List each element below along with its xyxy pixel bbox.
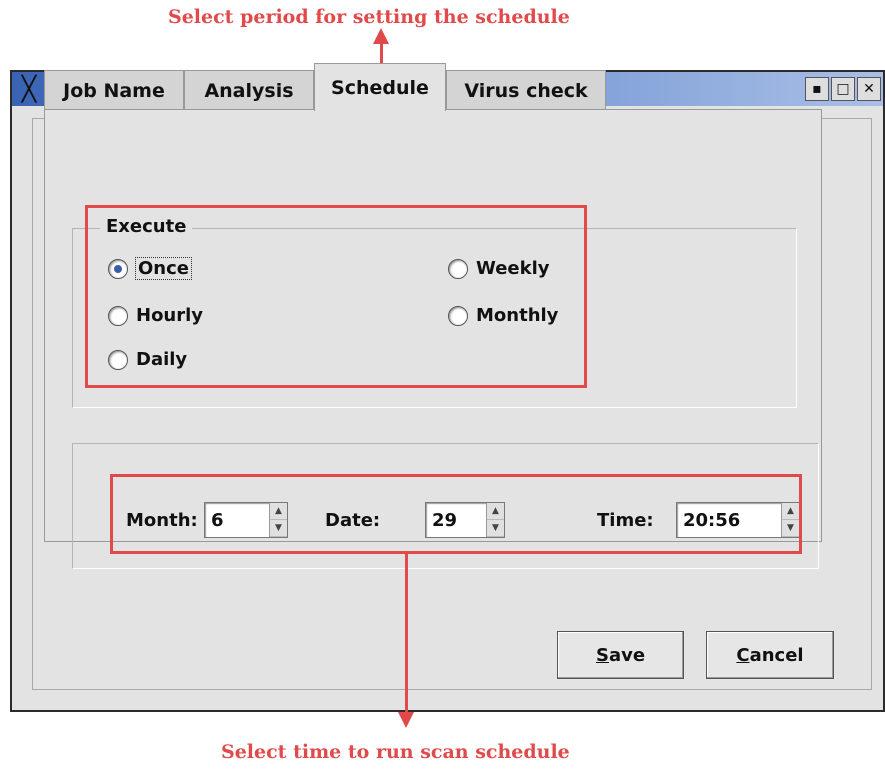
annotation-highlight-execute — [85, 205, 587, 388]
annotation-arrow-down-line — [405, 554, 408, 714]
tab-job-name[interactable]: Job Name — [44, 70, 184, 110]
maximize-icon[interactable]: □ — [831, 77, 855, 101]
close-icon[interactable]: ✕ — [857, 77, 881, 101]
tab-virus-check[interactable]: Virus check — [446, 70, 606, 110]
x-logo-icon: ╳ — [21, 75, 37, 103]
annotation-arrow-down — [398, 712, 414, 728]
annotation-top: Select period for setting the schedule — [168, 6, 570, 28]
cancel-mnemonic: C — [736, 644, 750, 666]
save-mnemonic: S — [595, 644, 609, 666]
minimize-icon[interactable]: ▪ — [805, 77, 829, 101]
annotation-bottom: Select time to run scan schedule — [221, 741, 570, 763]
tab-analysis[interactable]: Analysis — [184, 70, 314, 110]
cancel-label: ancel — [749, 644, 804, 666]
cancel-button[interactable]: Cancel — [706, 631, 834, 679]
save-label: ave — [608, 644, 646, 666]
save-button[interactable]: Save — [557, 631, 684, 679]
tab-schedule[interactable]: Schedule — [314, 63, 446, 111]
annotation-highlight-datetime — [110, 474, 802, 554]
